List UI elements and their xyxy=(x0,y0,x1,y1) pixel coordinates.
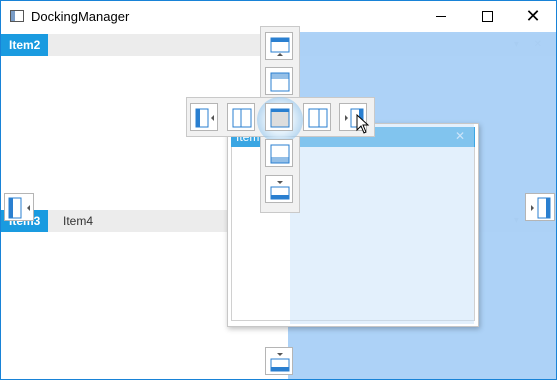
dock-inner-bottom-icon xyxy=(270,144,290,164)
maximize-icon xyxy=(481,11,493,22)
window-title: DockingManager xyxy=(31,9,130,24)
dock-window-right-button[interactable] xyxy=(525,193,555,221)
close-icon: ✕ xyxy=(525,5,541,27)
dock-inner-top-icon xyxy=(270,72,290,92)
dock-window-left-button[interactable] xyxy=(4,193,34,221)
dock-window-bottom-icon xyxy=(270,353,290,372)
dock-tabbed-icon xyxy=(270,108,290,128)
tab-item4[interactable]: Item4 xyxy=(63,210,93,232)
dock-window-right-icon xyxy=(531,197,551,219)
dock-inner-left-icon xyxy=(232,108,252,128)
dock-window-left-icon xyxy=(8,197,30,219)
dock-top-icon xyxy=(270,37,290,56)
maximize-button[interactable] xyxy=(464,1,510,32)
dock-inner-top-button[interactable] xyxy=(265,67,293,95)
dock-outer-top-button[interactable] xyxy=(265,32,293,60)
dock-window-bottom-button[interactable] xyxy=(265,347,293,375)
tab-item2[interactable]: Item2 xyxy=(1,34,49,56)
app-window-icon xyxy=(10,10,24,22)
dock-inner-right-icon xyxy=(308,108,328,128)
dock-inner-left-button[interactable] xyxy=(227,103,255,131)
dock-cross-bottom-button[interactable] xyxy=(265,175,293,203)
minimize-button[interactable] xyxy=(418,1,464,32)
dock-inner-bottom-button[interactable] xyxy=(265,139,293,167)
dock-inner-right-button[interactable] xyxy=(303,103,331,131)
pointer-cursor-icon xyxy=(356,114,370,134)
dock-left-icon xyxy=(195,108,214,128)
dock-bottom-icon xyxy=(270,181,290,200)
floating-preview-tint xyxy=(290,124,474,324)
minimize-icon xyxy=(436,16,446,17)
close-button[interactable]: ✕ xyxy=(510,1,556,32)
dock-outer-left-button[interactable] xyxy=(190,103,218,131)
dock-center-button[interactable] xyxy=(265,103,293,131)
docking-manager-window: DockingManager ✕ Item2 ▾ ✕ Item3 Item4 ▾… xyxy=(0,0,557,380)
